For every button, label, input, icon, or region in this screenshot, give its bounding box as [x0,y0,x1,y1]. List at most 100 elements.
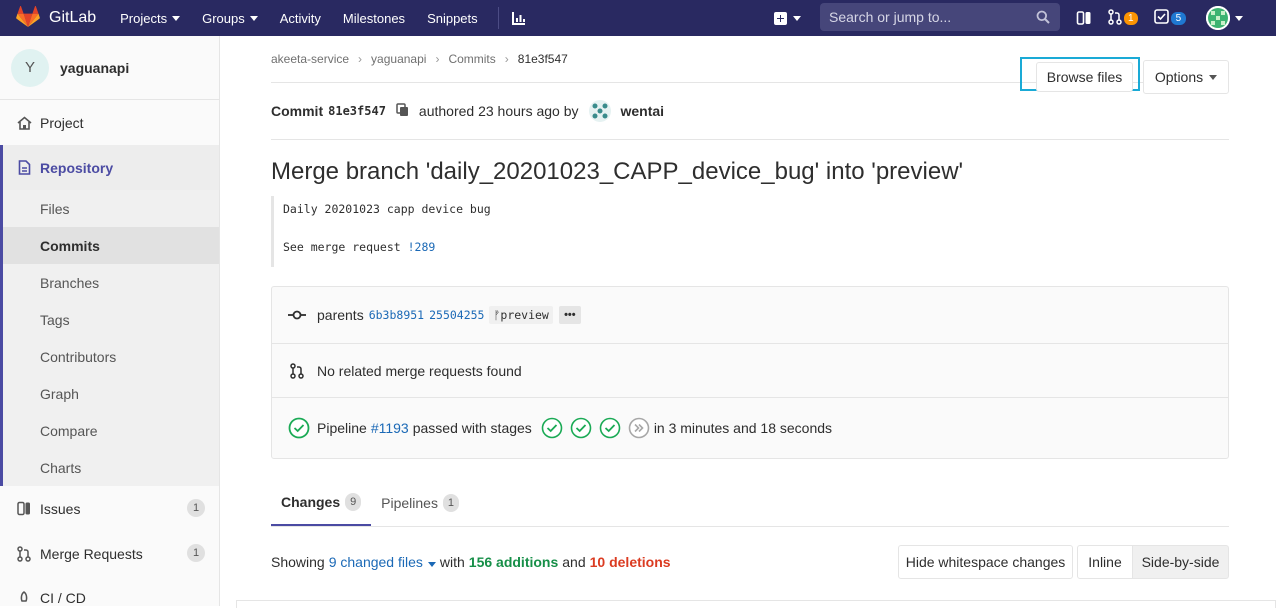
commit-label: Commit [271,103,324,119]
project-header[interactable]: Y yaguanapi [0,36,219,100]
branch-name: preview [500,308,549,322]
gitlab-home-link[interactable]: GitLab [16,5,97,31]
more-refs-button[interactable]: ••• [558,306,581,324]
check-square-icon [1153,9,1169,27]
sidebar-item-issues[interactable]: Issues 1 [0,486,219,531]
issues-icon [16,501,32,517]
parent-commit-link[interactable]: 6b3b8951 [369,308,424,322]
author-name[interactable]: wentai [621,103,665,119]
todos-nav[interactable]: 5 [1153,9,1187,27]
sidebar-item-merge-requests[interactable]: Merge Requests 1 [0,531,219,576]
user-menu[interactable] [1206,6,1244,30]
description-gap [283,219,1229,238]
stage-success-icon[interactable] [541,417,563,439]
breadcrumb-commits[interactable]: Commits [448,52,495,66]
sidebar-item-charts[interactable]: Charts [3,449,219,486]
sidebar-item-label: CI / CD [40,590,86,606]
merge-request-icon [16,545,32,562]
sidebar-toggle-icon[interactable] [1076,10,1092,26]
with-text: with [439,554,465,570]
search-input[interactable]: Search or jump to... [820,3,1060,31]
browse-files-button[interactable]: Browse files [1036,62,1133,92]
branch-ref[interactable]: ᚠpreview [489,306,553,324]
author-avatar[interactable] [588,100,611,122]
commit-info-box: parents 6b3b8951 25504255 ᚠpreview ••• N… [271,286,1229,459]
plus-icon [774,11,787,25]
tab-pipelines[interactable]: Pipelines 1 [371,479,469,526]
description-line: See merge request !289 [283,238,1229,257]
showing-text: Showing [271,554,325,570]
sidebar-item-cicd[interactable]: CI / CD [0,576,219,606]
nav-projects-label: Projects [120,10,168,26]
pipeline-link[interactable]: #1193 [371,420,409,436]
chevron-right-icon: › [358,52,363,66]
issues-count-badge: 1 [1124,11,1138,25]
nav-icons: 1 5 [1076,0,1259,36]
sidebar-item-graph[interactable]: Graph [3,375,219,412]
pipeline-row: Pipeline #1193 passed with stages in 3 m… [272,398,1228,458]
merge-request-icon [1108,8,1122,28]
changed-files-dropdown[interactable]: 9 changed files [329,554,436,570]
parents-label: parents [317,307,364,323]
stage-skipped-icon[interactable] [628,417,650,439]
project-sidebar: Y yaguanapi Project Repository Files Com… [0,36,220,606]
chevron-down-icon [1209,74,1218,80]
issues-count: 1 [187,499,205,517]
sidebar-item-label: Merge Requests [40,545,143,562]
repository-submenu: Files Commits Branches Tags Contributors… [0,190,219,486]
project-avatar: Y [11,48,49,87]
breadcrumb-group[interactable]: akeeta-service [271,52,349,66]
top-navbar: GitLab Projects Groups Activity Mileston… [0,0,1276,36]
brand-name: GitLab [49,9,97,26]
hide-whitespace-button[interactable]: Hide whitespace changes [898,545,1073,579]
commit-description: Daily 20201023 capp device bug See merge… [271,196,1229,267]
sidebar-item-label: Repository [40,159,114,176]
parent-commit-link[interactable]: 25504255 [429,308,484,322]
sidebar-item-repository[interactable]: Repository [0,145,219,190]
merge-request-link[interactable]: !289 [408,240,436,254]
tab-label: Pipelines [381,494,438,511]
options-dropdown[interactable]: Options [1143,60,1229,94]
chart-icon[interactable] [511,10,527,26]
sidebar-item-branches[interactable]: Branches [3,264,219,301]
nav-snippets[interactable]: Snippets [427,11,478,26]
tab-changes[interactable]: Changes 9 [271,479,372,526]
sidebar-item-commits[interactable]: Commits [3,227,219,264]
sidebar-item-compare[interactable]: Compare [3,412,219,449]
sidebar-item-label: Issues [40,500,81,517]
chevron-right-icon: › [504,52,509,66]
stage-success-icon[interactable] [570,417,592,439]
stage-success-icon[interactable] [599,417,621,439]
home-icon [16,115,32,131]
nav-activity[interactable]: Activity [280,11,321,26]
chevron-down-icon [1235,15,1244,21]
gitlab-logo-icon [16,5,40,31]
pipeline-status-text: passed with stages [412,420,532,436]
copy-icon[interactable] [396,102,409,120]
and-text: and [562,554,586,570]
sidebar-item-tags[interactable]: Tags [3,301,219,338]
sidebar-item-contributors[interactable]: Contributors [3,338,219,375]
pipeline-duration: in 3 minutes and 18 seconds [653,420,833,436]
nav-groups[interactable]: Groups [202,11,258,26]
breadcrumb-current[interactable]: 81e3f547 [518,52,568,66]
inline-view-button[interactable]: Inline [1077,545,1133,579]
sidebar-item-files[interactable]: Files [3,190,219,227]
merge-request-icon [288,362,306,379]
user-avatar [1206,6,1231,30]
sidebar-item-project[interactable]: Project [0,100,219,145]
status-success-icon[interactable] [288,417,310,439]
deletions-count: 10 deletions [589,554,671,570]
commit-tabs: Changes 9 Pipelines 1 [271,480,1229,527]
nav-projects[interactable]: Projects [120,10,181,26]
merge-requests-row: No related merge requests found [272,344,1228,398]
search-placeholder: Search or jump to... [829,9,952,25]
side-by-side-view-button[interactable]: Side-by-side [1132,545,1229,579]
main-content: akeeta-service › yaguanapi › Commits › 8… [271,36,1229,597]
merge-requests-nav[interactable]: 1 [1108,8,1138,28]
breadcrumb-project[interactable]: yaguanapi [371,52,426,66]
commit-sha: 81e3f547 [328,104,386,118]
pipeline-label: Pipeline [317,420,367,436]
new-dropdown[interactable] [774,0,801,36]
nav-milestones[interactable]: Milestones [343,11,405,26]
